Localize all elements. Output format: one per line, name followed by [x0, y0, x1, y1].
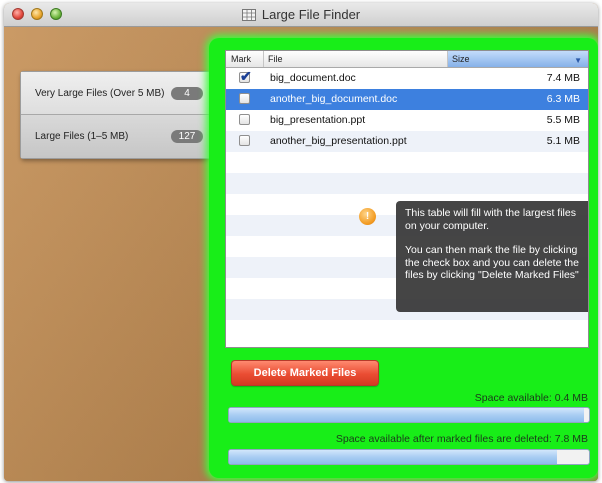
category-large-files[interactable]: Large Files (1–5 MB) 127	[21, 115, 211, 158]
category-label: Large Files (1–5 MB)	[35, 131, 129, 142]
app-window: Large File Finder Very Large Files (Over…	[4, 3, 598, 481]
checkmark-icon: ✔	[240, 68, 252, 84]
file-table: Mark File Size ▼ ✔ big_document.doc 7.4 …	[225, 50, 589, 348]
count-badge: 127	[171, 130, 203, 143]
main-content: Very Large Files (Over 5 MB) 4 Large Fil…	[4, 27, 598, 481]
title-wrap: Large File Finder	[4, 3, 598, 26]
category-list: Very Large Files (Over 5 MB) 4 Large Fil…	[20, 71, 212, 159]
category-label: Very Large Files (Over 5 MB)	[35, 87, 165, 99]
space-after-delete-bar	[228, 449, 590, 465]
help-tooltip: This table will fill with the largest fi…	[396, 201, 588, 312]
file-size: 5.1 MB	[546, 135, 580, 147]
column-header-size[interactable]: Size ▼	[448, 51, 588, 67]
tooltip-text-1: This table will fill with the largest fi…	[405, 207, 576, 232]
mark-checkbox[interactable]	[239, 93, 250, 104]
mark-checkbox[interactable]	[239, 135, 250, 146]
space-after-delete-label: Space available after marked files are d…	[335, 433, 588, 445]
space-available-fill	[229, 408, 584, 422]
table-row[interactable]: ✔ big_document.doc 7.4 MB	[226, 68, 588, 89]
ruler-grid-icon	[241, 8, 256, 21]
column-header-mark[interactable]: Mark	[226, 51, 264, 67]
size-header-label: Size	[452, 54, 470, 64]
title-bar: Large File Finder	[4, 3, 598, 27]
mark-checkbox[interactable]	[239, 114, 250, 125]
table-row[interactable]: big_presentation.ppt 5.5 MB	[226, 110, 588, 131]
file-size: 6.3 MB	[546, 93, 580, 105]
space-available-label: Space available: 0.4 MB	[474, 392, 588, 404]
file-name: another_big_presentation.ppt	[270, 135, 407, 147]
sort-descending-icon: ▼	[574, 56, 582, 65]
tooltip-text-2: You can then mark the file by clicking t…	[405, 244, 579, 281]
empty-row	[226, 173, 588, 194]
window-title: Large File Finder	[261, 7, 361, 22]
file-name: big_presentation.ppt	[270, 114, 366, 126]
count-badge: 4	[171, 86, 203, 100]
table-row[interactable]: another_big_presentation.ppt 5.1 MB	[226, 131, 588, 152]
space-after-delete-fill	[229, 450, 557, 464]
highlight-panel: Mark File Size ▼ ✔ big_document.doc 7.4 …	[209, 38, 598, 478]
table-header: Mark File Size ▼	[226, 51, 588, 68]
empty-row	[226, 320, 588, 341]
delete-marked-files-button[interactable]: Delete Marked Files	[231, 360, 379, 386]
file-name: big_document.doc	[270, 72, 356, 84]
space-available-bar	[228, 407, 590, 423]
file-size: 5.5 MB	[546, 114, 580, 126]
category-very-large-files[interactable]: Very Large Files (Over 5 MB) 4	[21, 72, 211, 115]
empty-row	[226, 152, 588, 173]
file-size: 7.4 MB	[546, 72, 580, 84]
mark-checkbox[interactable]: ✔	[239, 68, 252, 84]
file-name: another_big_document.doc	[270, 93, 398, 105]
info-alert-icon[interactable]: !	[359, 208, 376, 225]
table-row[interactable]: another_big_document.doc 6.3 MB	[226, 89, 588, 110]
column-header-file[interactable]: File	[264, 51, 448, 67]
